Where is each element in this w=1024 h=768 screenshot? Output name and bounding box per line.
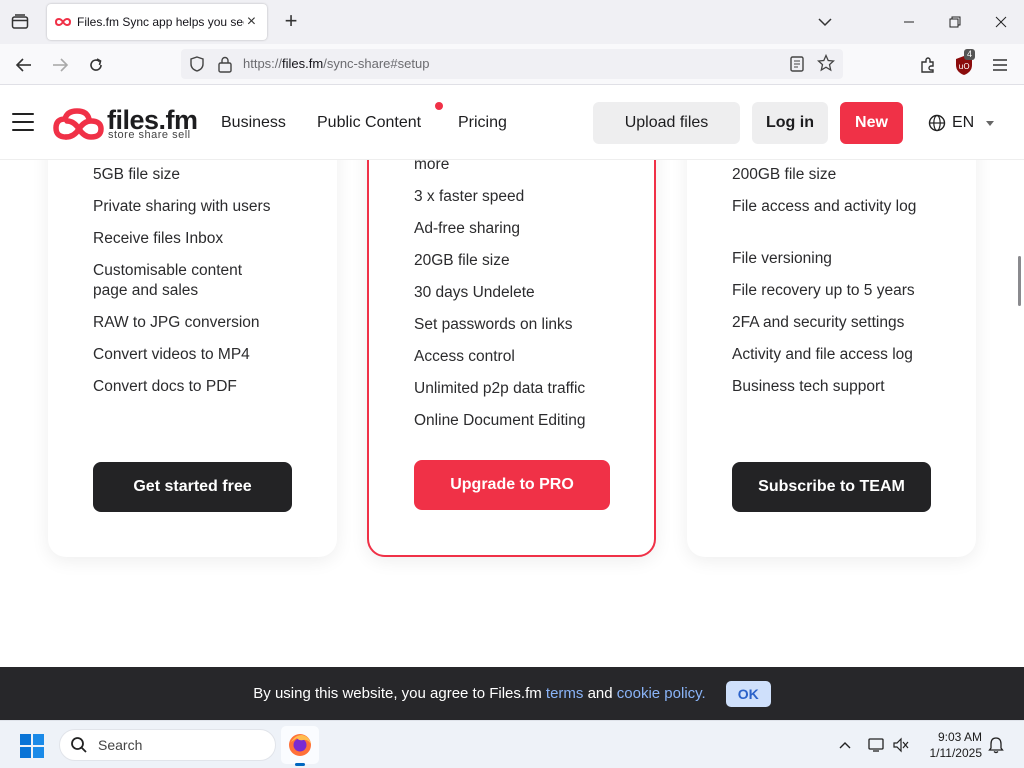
clock-time: 9:03 AM [937,730,982,744]
feature-item: 200GB file size [732,166,837,183]
windows-taskbar: Search 9:03 AM 1/11/2025 [0,720,1024,768]
taskbar-search-box[interactable]: Search [59,729,276,761]
cookie-and-text: and [583,685,617,702]
reader-view-icon[interactable] [789,55,805,78]
feature-item: File recovery up to 5 years [732,282,915,299]
chevron-up-icon[interactable] [835,735,855,755]
tab-close-icon[interactable]: × [244,14,259,30]
page-scrollbar[interactable] [1016,160,1024,667]
feature-item: Set passwords on links [414,316,573,333]
url-prefix: https:// [243,56,283,71]
scrollbar-thumb[interactable] [1018,256,1021,306]
chevron-down-icon[interactable] [815,12,835,32]
feature-item: Convert docs to PDF [93,378,237,395]
browser-tab-bar: Files.fm Sync app helps you securely syn… [0,0,1024,44]
url-domain: files.fm [282,56,324,71]
address-bar[interactable]: https://files.fm/sync-share#setup [181,49,843,79]
feature-item: 2FA and security settings [732,314,905,331]
subscribe-to-team-button[interactable]: Subscribe to TEAM [732,462,931,512]
feature-item: Access control [414,348,515,365]
shield-icon[interactable] [188,55,206,78]
reload-icon[interactable] [83,52,109,78]
feature-item: Receive files Inbox [93,230,224,247]
search-label: Search [98,737,143,753]
cookie-ok-button[interactable]: OK [725,680,771,707]
svg-text:uO: uO [958,62,969,71]
tab-title: Files.fm Sync app helps you securely syn… [77,15,244,29]
logo-tagline: store share sell [108,129,191,141]
notification-dot [435,102,443,110]
feature-item: Convert videos to MP4 [93,346,250,363]
feature-item: more [414,160,450,173]
cookie-text: By using this website, you agree to File… [253,685,546,702]
restore-icon[interactable] [940,8,970,36]
feature-item: 20GB file size [414,252,510,269]
nav-public-content[interactable]: Public Content [317,114,421,132]
feature-item: Ad-free sharing [414,220,520,237]
site-header: files.fm store share sell Business Publi… [0,85,1024,160]
tab-list-icon[interactable] [8,10,32,34]
forward-arrow-icon[interactable] [47,52,73,78]
volume-muted-icon[interactable] [891,735,911,755]
ublock-shield-icon[interactable]: uO 4 [951,49,977,78]
upgrade-to-pro-button[interactable]: Upgrade to PRO [414,460,610,510]
feature-item: RAW to JPG conversion [93,314,260,331]
feature-item: Customisable content page and sales [93,262,243,299]
feature-item: Private sharing with users [93,198,271,215]
feature-item: File versioning [732,250,832,267]
extension-badge: 4 [964,49,976,60]
firefox-taskbar-icon[interactable] [281,726,319,764]
cookie-policy-link[interactable]: cookie policy. [617,685,706,702]
feature-item: Online Document Editing [414,412,586,429]
url-text[interactable]: https://files.fm/sync-share#setup [243,56,429,71]
nav-business[interactable]: Business [221,114,286,132]
back-arrow-icon[interactable] [11,52,37,78]
plan-card-pro: more 3 x faster speed Ad-free sharing 20… [367,160,656,557]
search-icon [71,737,87,753]
terms-link[interactable]: terms [546,685,584,702]
bookmark-star-icon[interactable] [816,53,836,77]
filesfm-logo[interactable]: files.fm store share sell [53,103,203,145]
plan-card-free: 5GB file size Private sharing with users… [48,160,337,557]
browser-tab-active[interactable]: Files.fm Sync app helps you securely syn… [47,4,267,40]
filesfm-favicon-icon [55,14,71,30]
feature-item: 3 x faster speed [414,188,525,205]
close-window-icon[interactable] [986,8,1016,36]
new-button[interactable]: New [840,102,903,144]
cookie-consent-bar: By using this website, you agree to File… [0,667,1024,720]
browser-nav-bar: https://files.fm/sync-share#setup uO 4 [0,44,1024,85]
feature-item: Activity and file access log [732,346,913,363]
minimize-icon[interactable] [894,8,924,36]
upload-files-button[interactable]: Upload files [593,102,740,144]
get-started-free-button[interactable]: Get started free [93,462,292,512]
language-selector[interactable]: EN [928,113,995,133]
feature-item: 5GB file size [93,166,181,183]
cloud-logo-icon [53,108,104,140]
app-menu-icon[interactable] [987,52,1013,78]
url-path: /sync-share#setup [323,56,430,71]
globe-icon [928,114,946,132]
network-icon[interactable] [866,735,886,755]
feature-item: File access and activity log [732,198,917,215]
nav-pricing[interactable]: Pricing [458,114,507,132]
hamburger-menu-icon[interactable] [12,113,34,131]
clock-date: 1/11/2025 [929,746,983,760]
language-label: EN [952,114,975,131]
plan-card-team: 200GB file size File access and activity… [687,160,976,557]
feature-item: 30 days Undelete [414,284,535,301]
extensions-puzzle-icon[interactable] [915,52,941,78]
notification-bell-icon[interactable] [986,735,1006,755]
login-button[interactable]: Log in [752,102,828,144]
caret-down-icon [986,120,995,126]
feature-item: Unlimited p2p data traffic [414,380,586,397]
pricing-section: 5GB file size Private sharing with users… [0,160,1016,667]
lock-icon[interactable] [217,55,233,78]
windows-start-icon[interactable] [20,734,44,758]
feature-item: Business tech support [732,378,885,395]
new-tab-icon[interactable]: + [280,10,302,34]
taskbar-clock[interactable]: 9:03 AM 1/11/2025 [910,729,983,761]
active-app-indicator [295,763,305,766]
